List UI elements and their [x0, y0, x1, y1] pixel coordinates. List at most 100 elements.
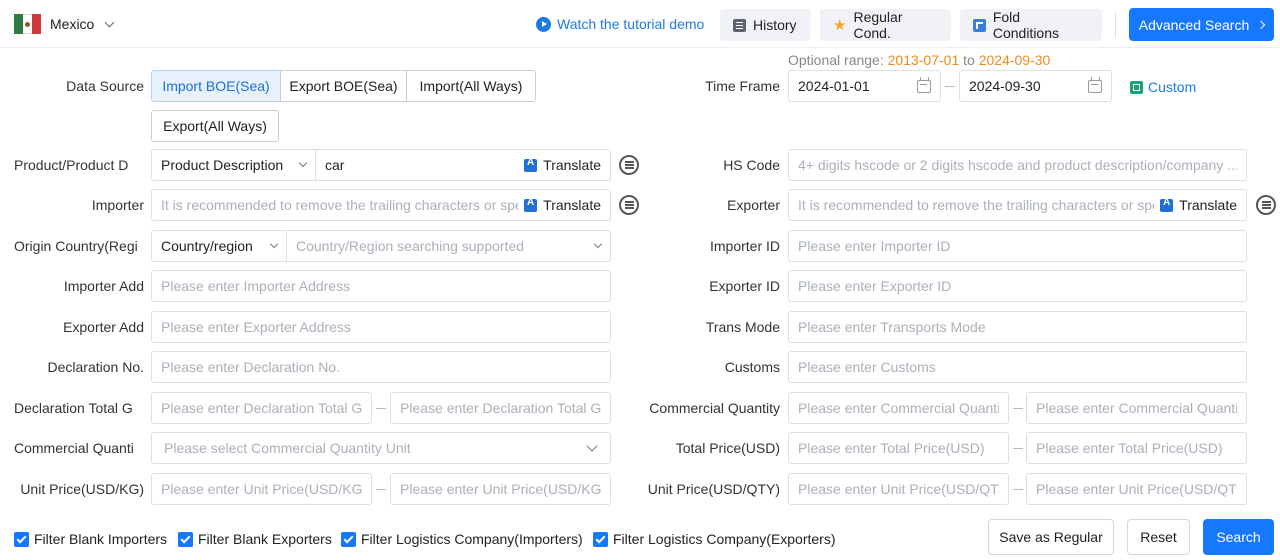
unit-price-kg-label: Unit Price(USD/KG) — [20, 481, 144, 497]
filter-blank-importers-checkbox[interactable]: Filter Blank Importers — [14, 529, 167, 549]
data-source-option-export-sea[interactable]: Export BOE(Sea) — [280, 70, 407, 102]
regular-cond-button[interactable]: ★ Regular Cond. — [820, 9, 951, 41]
play-icon — [536, 16, 551, 32]
filter-blank-exporters-label: Filter Blank Exporters — [198, 531, 332, 547]
customs-label: Customs — [724, 359, 780, 375]
exporter-add-input[interactable]: Please enter Exporter Address — [151, 311, 611, 343]
data-source-option-export-all[interactable]: Export(All Ways) — [151, 110, 279, 142]
advanced-search-button[interactable]: Advanced Search — [1129, 8, 1274, 41]
comm-qty-from-input[interactable]: Please enter Commercial Quantity — [788, 392, 1009, 424]
product-options-icon[interactable] — [619, 155, 639, 175]
trans-mode-label: Trans Mode — [705, 319, 780, 335]
exporter-add-placeholder: Please enter Exporter Address — [161, 319, 351, 335]
data-source-label: Data Source — [66, 78, 144, 94]
hs-code-label: HS Code — [723, 157, 780, 173]
exporter-options-icon[interactable] — [1256, 195, 1276, 215]
origin-type-select[interactable]: Country/region — [151, 230, 287, 262]
exporter-input[interactable]: It is recommended to remove the trailing… — [788, 189, 1247, 221]
total-price-to-input[interactable]: Please enter Total Price(USD) — [1026, 432, 1247, 464]
checkbox-checked-icon — [14, 531, 29, 547]
tutorial-link[interactable]: Watch the tutorial demo — [536, 14, 704, 34]
unit-price-qty-label: Unit Price(USD/QTY) — [647, 481, 780, 497]
importer-add-input[interactable]: Please enter Importer Address — [151, 270, 611, 302]
total-price-to-placeholder: Please enter Total Price(USD) — [1036, 440, 1223, 456]
data-source-option-import-all[interactable]: Import(All Ways) — [406, 70, 536, 102]
importer-placeholder: It is recommended to remove the trailing… — [161, 197, 519, 213]
range-dash — [1013, 489, 1023, 490]
origin-input[interactable]: Country/Region searching supported — [286, 230, 611, 262]
declaration-total-from-input[interactable]: Please enter Declaration Total Gr — [151, 392, 372, 424]
declaration-no-placeholder: Please enter Declaration No. — [161, 359, 340, 375]
unit-price-qty-from-placeholder: Please enter Unit Price(USD/QTY) — [798, 481, 999, 497]
product-type-select[interactable]: Product Description — [151, 149, 316, 181]
origin-placeholder: Country/Region searching supported — [296, 238, 525, 254]
product-type-value: Product Description — [161, 157, 284, 173]
hs-code-input[interactable]: 4+ digits hscode or 2 digits hscode and … — [788, 149, 1247, 181]
save-as-regular-button[interactable]: Save as Regular — [988, 519, 1114, 555]
end-date-input[interactable]: 2024-09-30 — [959, 70, 1112, 102]
header-divider — [1115, 12, 1116, 38]
tutorial-label: Watch the tutorial demo — [557, 16, 705, 32]
start-date-value: 2024-01-01 — [798, 78, 870, 94]
fold-conditions-button[interactable]: Fold Conditions — [960, 9, 1102, 41]
unit-price-qty-to-input[interactable]: Please enter Unit Price(USD/QTY) — [1026, 473, 1247, 505]
product-input[interactable]: car Translate — [315, 149, 611, 181]
filter-blank-importers-label: Filter Blank Importers — [34, 531, 168, 547]
country-selector[interactable]: Mexico — [14, 13, 115, 35]
unit-price-kg-to-input[interactable]: Please enter Unit Price(USD/KG) — [390, 473, 611, 505]
end-date-value: 2024-09-30 — [969, 78, 1041, 94]
hs-code-placeholder: 4+ digits hscode or 2 digits hscode and … — [798, 157, 1237, 173]
range-dash — [1013, 448, 1023, 449]
range-dash — [945, 86, 955, 87]
customs-placeholder: Please enter Customs — [798, 359, 936, 375]
declaration-no-input[interactable]: Please enter Declaration No. — [151, 351, 611, 383]
importer-input[interactable]: It is recommended to remove the trailing… — [151, 189, 611, 221]
range-dash — [1013, 408, 1023, 409]
history-label: History — [753, 17, 797, 33]
declaration-total-label: Declaration Total G — [14, 400, 133, 416]
importer-id-input[interactable]: Please enter Importer ID — [788, 230, 1247, 262]
mexico-flag-icon — [14, 14, 41, 34]
importer-options-icon[interactable] — [619, 195, 639, 215]
filter-logistics-exporters-checkbox[interactable]: Filter Logistics Company(Exporters) — [593, 529, 836, 549]
data-source-option-import-sea[interactable]: Import BOE(Sea) — [151, 70, 281, 102]
history-button[interactable]: History — [720, 9, 811, 41]
total-price-from-input[interactable]: Please enter Total Price(USD) — [788, 432, 1009, 464]
fold-icon — [973, 18, 986, 32]
importer-translate-button[interactable]: Translate — [524, 197, 601, 213]
checkbox-checked-icon — [178, 531, 193, 547]
search-button[interactable]: Search — [1203, 519, 1274, 555]
custom-range-button[interactable]: Custom — [1130, 76, 1196, 98]
reset-button[interactable]: Reset — [1127, 519, 1190, 555]
fold-conditions-label: Fold Conditions — [992, 9, 1059, 41]
filter-blank-exporters-checkbox[interactable]: Filter Blank Exporters — [178, 529, 332, 549]
importer-add-label: Importer Add — [63, 278, 144, 294]
unit-price-qty-to-placeholder: Please enter Unit Price(USD/QTY) — [1036, 481, 1237, 497]
trans-mode-input[interactable]: Please enter Transports Mode — [788, 311, 1247, 343]
origin-label: Origin Country(Regi — [14, 238, 138, 254]
filter-logistics-importers-checkbox[interactable]: Filter Logistics Company(Importers) — [341, 529, 583, 549]
exporter-translate-button[interactable]: Translate — [1160, 197, 1237, 213]
checkbox-checked-icon — [341, 531, 356, 547]
exporter-id-input[interactable]: Please enter Exporter ID — [788, 270, 1247, 302]
product-value: car — [325, 157, 345, 173]
time-frame-label: Time Frame — [705, 78, 780, 94]
importer-id-placeholder: Please enter Importer ID — [798, 238, 951, 254]
comm-qty-to-input[interactable]: Please enter Commercial Quantity — [1026, 392, 1247, 424]
translate-label: Translate — [1179, 197, 1237, 213]
customs-input[interactable]: Please enter Customs — [788, 351, 1247, 383]
start-date-input[interactable]: 2024-01-01 — [788, 70, 941, 102]
declaration-total-to-input[interactable]: Please enter Declaration Total Gr — [390, 392, 611, 424]
exporter-label: Exporter — [727, 197, 780, 213]
importer-label: Importer — [91, 197, 144, 213]
unit-price-qty-from-input[interactable]: Please enter Unit Price(USD/QTY) — [788, 473, 1009, 505]
star-icon: ★ — [833, 16, 847, 34]
translate-icon — [1160, 197, 1174, 212]
chevron-down-icon — [104, 17, 115, 27]
time-range-hint: Optional range: 2013-07-01 to 2024-09-30 — [788, 50, 1050, 70]
comm-qty-unit-select[interactable]: Please select Commercial Quantity Unit — [151, 432, 611, 464]
comm-qty-from-placeholder: Please enter Commercial Quantity — [798, 400, 999, 416]
unit-price-kg-from-input[interactable]: Please enter Unit Price(USD/KG) — [151, 473, 372, 505]
product-translate-button[interactable]: Translate — [524, 157, 601, 173]
importer-add-placeholder: Please enter Importer Address — [161, 278, 351, 294]
